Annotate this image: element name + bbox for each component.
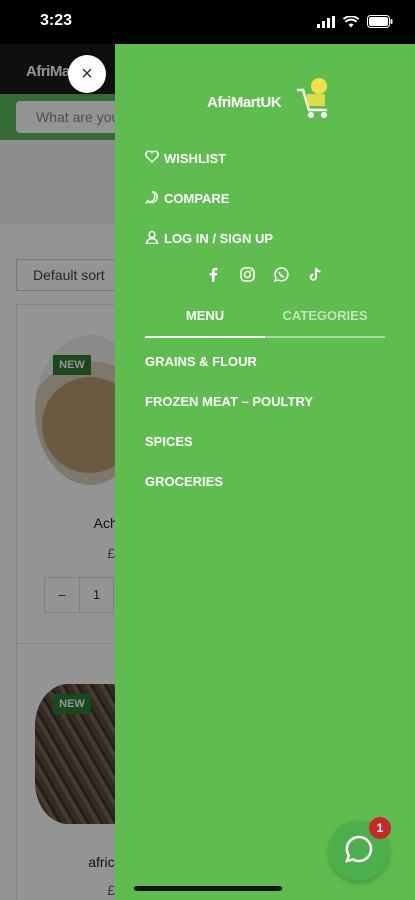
battery-icon — [367, 15, 393, 33]
heart-icon — [145, 150, 159, 166]
facebook-icon[interactable] — [205, 266, 221, 282]
wifi-icon — [342, 15, 360, 33]
drawer-logo[interactable]: AfriMartUK — [207, 76, 337, 122]
login-signup-label: LOG IN / SIGN UP — [164, 231, 274, 246]
user-icon — [145, 230, 159, 247]
tiktok-icon[interactable] — [307, 266, 323, 282]
home-indicator — [134, 886, 282, 891]
cart-logo-icon — [293, 76, 333, 125]
chat-button[interactable]: 1 — [329, 817, 391, 881]
drawer-tabs: MENU CATEGORIES — [145, 306, 385, 338]
menu-item-frozen-meat-poultry[interactable]: FROZEN MEAT – POULTRY — [145, 394, 313, 409]
compare-label: COMPARE — [164, 191, 230, 206]
compare-link[interactable]: COMPARE — [145, 190, 229, 207]
whatsapp-icon[interactable] — [273, 266, 289, 282]
status-bar: 3:23 — [0, 0, 415, 44]
chat-notification-badge: 1 — [369, 817, 391, 839]
status-icons — [317, 15, 393, 33]
social-links — [205, 266, 323, 282]
wishlist-link[interactable]: WISHLIST — [145, 150, 226, 166]
compare-icon — [145, 190, 159, 207]
tab-categories[interactable]: CATEGORIES — [265, 306, 385, 326]
tab-menu[interactable]: MENU — [145, 306, 265, 338]
instagram-icon[interactable] — [239, 266, 255, 282]
status-time: 3:23 — [40, 12, 73, 29]
login-signup-link[interactable]: LOG IN / SIGN UP — [145, 230, 273, 247]
signal-icon — [317, 15, 335, 33]
close-drawer-button[interactable]: × — [68, 55, 106, 93]
menu-item-spices[interactable]: SPICES — [145, 434, 193, 449]
wishlist-label: WISHLIST — [164, 150, 227, 166]
navigation-drawer: AfriMartUK WISHLIST COMPARE LOG IN / SIG… — [115, 44, 415, 900]
close-icon: × — [81, 63, 93, 85]
menu-item-grains-flour[interactable]: GRAINS & FLOUR — [145, 354, 257, 369]
menu-item-groceries[interactable]: GROCERIES — [145, 474, 223, 489]
drawer-logo-text: AfriMartUK — [207, 94, 282, 111]
chat-bubble-icon — [344, 834, 374, 869]
